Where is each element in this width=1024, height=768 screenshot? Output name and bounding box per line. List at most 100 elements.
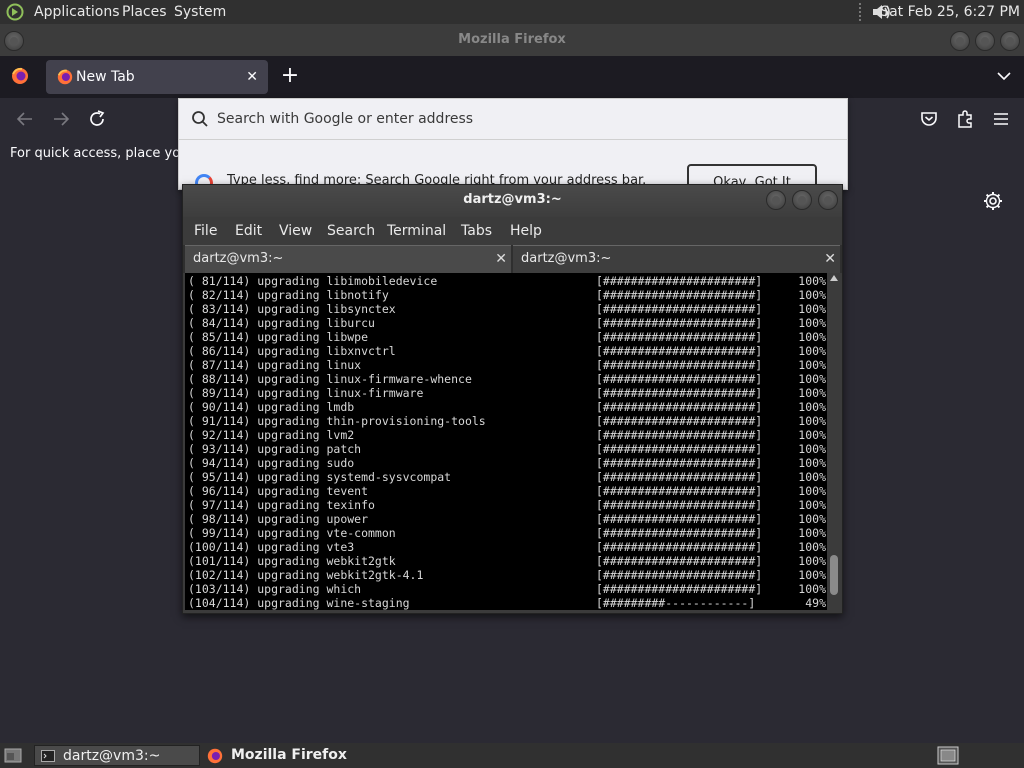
progress-bar-text: [######################] (596, 470, 763, 484)
terminal-line-text: (102/114) upgrading webkit2gtk-4.1 (188, 568, 424, 582)
progress-bar-text: [######################] (596, 568, 763, 582)
menu-help[interactable]: Help (510, 217, 542, 245)
progress-bar-text: [######################] (596, 302, 763, 316)
terminal-scrollbar[interactable] (828, 273, 840, 610)
firefox-icon (57, 69, 73, 85)
terminal-line-text: ( 95/114) upgrading systemd-sysvcompat (188, 470, 452, 484)
progress-bar-text: [######################] (596, 372, 763, 386)
progress-percent: 100% (798, 470, 826, 484)
firefox-view-icon[interactable] (10, 66, 30, 86)
progress-percent: 100% (798, 526, 826, 540)
taskbar-terminal[interactable]: dartz@vm3:~ (34, 745, 200, 766)
tab-close-icon[interactable]: ✕ (246, 60, 258, 94)
taskbar-terminal-label: dartz@vm3:~ (63, 748, 161, 764)
terminal-icon (41, 750, 55, 762)
terminal-line-text: ( 86/114) upgrading libxnvctrl (188, 344, 396, 358)
progress-percent: 100% (798, 414, 826, 428)
progress-bar-text: [######################] (596, 554, 763, 568)
progress-percent: 100% (798, 428, 826, 442)
terminal-menubar: File Edit View Search Terminal Tabs Help (183, 217, 842, 245)
progress-percent: 49% (805, 596, 826, 610)
tab-close-icon[interactable]: ✕ (495, 246, 507, 272)
menu-edit[interactable]: Edit (235, 217, 262, 245)
urlbar-placeholder: Search with Google or enter address (217, 111, 474, 127)
maximize-icon[interactable] (792, 190, 812, 210)
menu-file[interactable]: File (194, 217, 217, 245)
system-menu[interactable]: System (174, 0, 226, 24)
scroll-up-icon[interactable] (830, 275, 838, 281)
terminal-tab-2[interactable]: dartz@vm3:~ ✕ (513, 245, 840, 273)
applications-menu[interactable]: Applications (34, 0, 120, 24)
terminal-line-text: ( 90/114) upgrading lmdb (188, 400, 355, 414)
progress-bar-text: [######################] (596, 484, 763, 498)
terminal-tab-1[interactable]: dartz@vm3:~ ✕ (185, 245, 511, 273)
terminal-line-text: ( 98/114) upgrading upower (188, 512, 369, 526)
bottom-panel: dartz@vm3:~ Mozilla Firefox (0, 743, 1024, 768)
mate-logo-icon[interactable] (6, 3, 24, 21)
terminal-line-text: ( 84/114) upgrading liburcu (188, 316, 375, 330)
minimize-icon[interactable] (766, 190, 786, 210)
minimize-icon[interactable] (950, 31, 970, 51)
terminal-titlebar[interactable]: dartz@vm3:~ (183, 185, 842, 217)
progress-bar-text: [######################] (596, 428, 763, 442)
progress-percent: 100% (798, 358, 826, 372)
terminal-output[interactable]: ( 81/114) upgrading libimobiledevice [###… (185, 273, 827, 610)
terminal-tabbar: dartz@vm3:~ ✕ dartz@vm3:~ ✕ (183, 245, 842, 273)
terminal-line-text: ( 88/114) upgrading linux-firmware-whenc… (188, 372, 472, 386)
firefox-tabstrip: New Tab ✕ + (0, 56, 1024, 98)
workspace-switcher-icon[interactable] (937, 746, 959, 765)
show-desktop-icon[interactable] (4, 747, 22, 764)
menu-view[interactable]: View (279, 217, 312, 245)
progress-percent: 100% (798, 540, 826, 554)
maximize-icon[interactable] (975, 31, 995, 51)
progress-percent: 100% (798, 512, 826, 526)
places-menu[interactable]: Places (122, 0, 167, 24)
terminal-line-text: ( 96/114) upgrading tevent (188, 484, 369, 498)
gear-icon[interactable] (982, 190, 1004, 212)
bookmarks-hint-text: For quick access, place your (10, 146, 194, 161)
menu-terminal[interactable]: Terminal (387, 217, 446, 245)
terminal-line-text: ( 89/114) upgrading linux-firmware (188, 386, 424, 400)
terminal-window-title: dartz@vm3:~ (463, 192, 562, 207)
firefox-titlebar: Mozilla Firefox (0, 24, 1024, 56)
progress-bar-text: [######################] (596, 274, 763, 288)
panel-separator (859, 3, 865, 21)
terminal-line-text: ( 94/114) upgrading sudo (188, 456, 355, 470)
terminal-line-text: (100/114) upgrading vte3 (188, 540, 355, 554)
close-icon[interactable] (1000, 31, 1020, 51)
urlbar-input[interactable]: Search with Google or enter address (179, 99, 847, 140)
back-arrow-icon[interactable] (14, 108, 36, 130)
reload-icon[interactable] (86, 108, 108, 130)
firefox-window-title: Mozilla Firefox (458, 32, 566, 47)
clock[interactable]: Sat Feb 25, 6:27 PM (880, 0, 1020, 24)
tab-close-icon[interactable]: ✕ (824, 246, 836, 272)
hamburger-menu-icon[interactable] (990, 108, 1012, 130)
terminal-line-text: ( 93/114) upgrading patch (188, 442, 362, 456)
progress-percent: 100% (798, 372, 826, 386)
progress-bar-text: [######################] (596, 498, 763, 512)
terminal-tab-label: dartz@vm3:~ (521, 251, 612, 266)
scrollbar-thumb[interactable] (830, 555, 838, 595)
pocket-icon[interactable] (918, 108, 940, 130)
progress-percent: 100% (798, 456, 826, 470)
terminal-line-text: (104/114) upgrading wine-staging (188, 596, 410, 610)
new-tab-button[interactable]: + (280, 64, 300, 88)
close-icon[interactable] (818, 190, 838, 210)
terminal-line-text: ( 85/114) upgrading libwpe (188, 330, 369, 344)
extensions-icon[interactable] (954, 108, 976, 130)
terminal-tab-label: dartz@vm3:~ (193, 251, 284, 266)
taskbar-firefox-label: Mozilla Firefox (231, 747, 347, 763)
menu-tabs[interactable]: Tabs (461, 217, 492, 245)
tab-new-tab[interactable]: New Tab ✕ (46, 60, 268, 94)
progress-bar-text: [######################] (596, 386, 763, 400)
tab-label: New Tab (76, 69, 135, 85)
forward-arrow-icon[interactable] (50, 108, 72, 130)
menu-search[interactable]: Search (327, 217, 375, 245)
search-icon (192, 111, 208, 127)
progress-percent: 100% (798, 316, 826, 330)
chevron-down-icon[interactable] (996, 66, 1012, 86)
terminal-line-text: ( 92/114) upgrading lvm2 (188, 428, 355, 442)
taskbar-firefox[interactable]: Mozilla Firefox (204, 745, 384, 766)
terminal-line-text: ( 91/114) upgrading thin-provisioning-to… (188, 414, 486, 428)
top-panel: Applications Places System Sat Feb 25, 6… (0, 0, 1024, 24)
